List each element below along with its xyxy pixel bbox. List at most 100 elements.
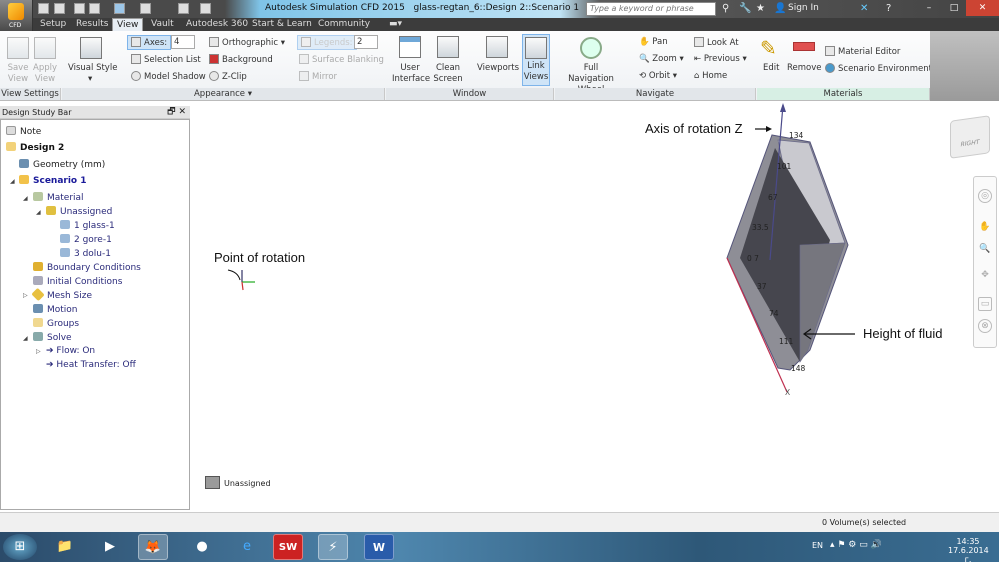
tree-item-part[interactable]: 1 glass-1 xyxy=(60,220,115,231)
tree-item-initial-conditions[interactable]: Initial Conditions xyxy=(33,276,122,287)
minimize-button[interactable]: – xyxy=(916,0,942,16)
sign-in-button[interactable]: Sign In xyxy=(788,3,819,13)
star-icon[interactable]: ★ xyxy=(756,3,765,14)
exchange-icon[interactable]: ✕ xyxy=(860,3,868,14)
expand-arrow-icon[interactable]: ◢ xyxy=(23,195,28,202)
model-shadow-button[interactable]: Model Shadow xyxy=(131,71,206,82)
orthographic-dropdown[interactable]: Orthographic ▾ xyxy=(209,37,285,48)
binoculars-icon[interactable]: ⚲ xyxy=(722,3,729,14)
tree-item-unassigned[interactable]: Unassigned xyxy=(46,206,112,217)
tab-setup[interactable]: Setup xyxy=(36,18,70,31)
home-button[interactable]: ⌂ Home xyxy=(694,71,727,81)
surface-blanking-button[interactable]: Surface Blanking xyxy=(299,54,384,65)
customize-icon[interactable] xyxy=(200,3,211,14)
visual-style-dropdown-icon[interactable]: ▾ xyxy=(88,74,92,84)
look-at-icon[interactable]: ▭ xyxy=(978,297,992,311)
tree-item-part[interactable]: 3 dolu-1 xyxy=(60,248,111,259)
firefox-icon[interactable]: 🦊 xyxy=(138,534,168,560)
tree-item-groups[interactable]: Groups xyxy=(33,318,79,329)
tab-options-icon[interactable]: ▬▾ xyxy=(385,18,406,31)
orbit-icon[interactable]: ✥ xyxy=(978,269,992,283)
save-as-icon[interactable] xyxy=(89,3,100,14)
tab-view[interactable]: View xyxy=(112,18,144,31)
view-cube[interactable]: RIGHT xyxy=(950,115,990,159)
clean-screen-button[interactable]: Clean Screen xyxy=(433,63,463,85)
tree-item-note[interactable]: Note xyxy=(6,126,41,137)
orbit-button[interactable]: ⟲ Orbit ▾ xyxy=(639,71,677,81)
tree-item-material[interactable]: Material xyxy=(33,192,84,203)
tree-item-flow[interactable]: ➔ Flow: On xyxy=(46,346,95,356)
remove-button[interactable]: Remove xyxy=(787,63,822,73)
solidworks-icon[interactable]: SW xyxy=(273,534,303,560)
simulation-cfd-icon[interactable]: ⚡ xyxy=(318,534,348,560)
expand-arrow-icon[interactable]: ◢ xyxy=(10,178,15,185)
previous-button[interactable]: ⇤ Previous ▾ xyxy=(694,54,747,64)
fit-icon[interactable]: ⊗ xyxy=(978,319,992,333)
tree-item-scenario[interactable]: Scenario 1 xyxy=(19,175,87,186)
apply-view-button[interactable]: Apply View xyxy=(32,63,58,85)
pan-button[interactable]: ✋ Pan xyxy=(639,37,668,47)
float-close-icons[interactable]: 🗗 ✕ xyxy=(167,106,186,119)
legends-toggle[interactable]: Legends: xyxy=(297,35,357,50)
tree-item-design[interactable]: Design 2 xyxy=(6,142,64,153)
tab-community[interactable]: Community xyxy=(314,18,374,31)
expand-arrow-icon[interactable]: ◢ xyxy=(23,335,28,342)
explorer-icon[interactable]: 📁 xyxy=(50,534,80,560)
maximize-button[interactable]: □ xyxy=(942,0,966,16)
application-menu-button[interactable]: CFD xyxy=(0,0,33,31)
tree-item-heat-transfer[interactable]: ➔ Heat Transfer: Off xyxy=(46,360,136,370)
new-icon[interactable] xyxy=(38,3,49,14)
wrench-icon[interactable]: 🔧 xyxy=(739,3,751,14)
save-icon[interactable] xyxy=(74,3,85,14)
mirror-button[interactable]: Mirror xyxy=(299,71,337,82)
background-button[interactable]: Background xyxy=(209,54,273,65)
search-input[interactable]: Type a keyword or phrase xyxy=(586,2,716,16)
3d-viewport[interactable] xyxy=(191,104,999,512)
tab-start-learn[interactable]: Start & Learn xyxy=(248,18,316,31)
tab-results[interactable]: Results xyxy=(72,18,113,31)
help-icon[interactable]: ? xyxy=(886,3,891,14)
scenario-environment-button[interactable]: Scenario Environment xyxy=(825,63,932,74)
tree-item-motion[interactable]: Motion xyxy=(33,304,78,315)
legends-count-stepper[interactable]: 2 xyxy=(354,35,378,49)
collapse-arrow-icon[interactable]: ▷ xyxy=(36,348,41,355)
layout-icon[interactable] xyxy=(178,3,189,14)
view-icon[interactable] xyxy=(114,3,125,14)
internet-explorer-icon[interactable]: e xyxy=(232,534,262,560)
zoom-button[interactable]: 🔍 Zoom ▾ xyxy=(639,54,684,64)
steering-wheel-icon[interactable]: ◎ xyxy=(978,189,992,203)
tree-item-part[interactable]: 2 gore-1 xyxy=(60,234,112,245)
tab-autodesk-360[interactable]: Autodesk 360 xyxy=(182,18,252,31)
material-editor-button[interactable]: Material Editor xyxy=(825,46,900,57)
save-view-button[interactable]: Save View xyxy=(6,63,30,85)
selection-list-button[interactable]: Selection List xyxy=(131,54,201,65)
axes-toggle[interactable]: Axes: xyxy=(127,35,172,50)
expand-arrow-icon[interactable]: ◢ xyxy=(36,209,41,216)
media-player-icon[interactable]: ▶ xyxy=(95,534,125,560)
open-icon[interactable] xyxy=(54,3,65,14)
edit-button[interactable]: Edit xyxy=(763,63,779,73)
picasa-icon[interactable]: ● xyxy=(187,534,217,560)
tree-item-geometry[interactable]: Geometry (mm) xyxy=(19,159,105,170)
zoom-icon[interactable]: 🔍 xyxy=(978,243,992,257)
viewports-button[interactable]: Viewports xyxy=(477,63,519,73)
z-clip-button[interactable]: Z-Clip xyxy=(209,71,247,82)
visual-style-button[interactable]: Visual Style xyxy=(68,63,117,73)
tab-vault[interactable]: Vault xyxy=(147,18,178,31)
close-button[interactable]: ✕ xyxy=(966,0,999,16)
clock[interactable]: 14:35 17.6.2014 г. xyxy=(948,537,989,564)
user-interface-button[interactable]: User Interface xyxy=(392,63,430,85)
tree-item-solve[interactable]: Solve xyxy=(33,332,72,343)
link-views-button[interactable]: Link Views xyxy=(522,34,550,86)
pan-hand-icon[interactable]: ✋ xyxy=(978,221,992,235)
language-indicator[interactable]: EN xyxy=(812,541,823,550)
start-button[interactable]: ⊞ xyxy=(3,534,37,560)
look-at-button[interactable]: Look At xyxy=(694,37,739,48)
word-icon[interactable]: W xyxy=(364,534,394,560)
axes-count-stepper[interactable]: 4 xyxy=(171,35,195,49)
collapse-arrow-icon[interactable]: ▷ xyxy=(23,292,28,299)
tree-item-mesh-size[interactable]: Mesh Size xyxy=(31,287,92,302)
tree-item-boundary-conditions[interactable]: Boundary Conditions xyxy=(33,262,141,273)
tray-icons[interactable]: ▴ ⚑ ⚙ ▭ 🔊 xyxy=(830,540,882,550)
cube-icon[interactable] xyxy=(140,3,151,14)
